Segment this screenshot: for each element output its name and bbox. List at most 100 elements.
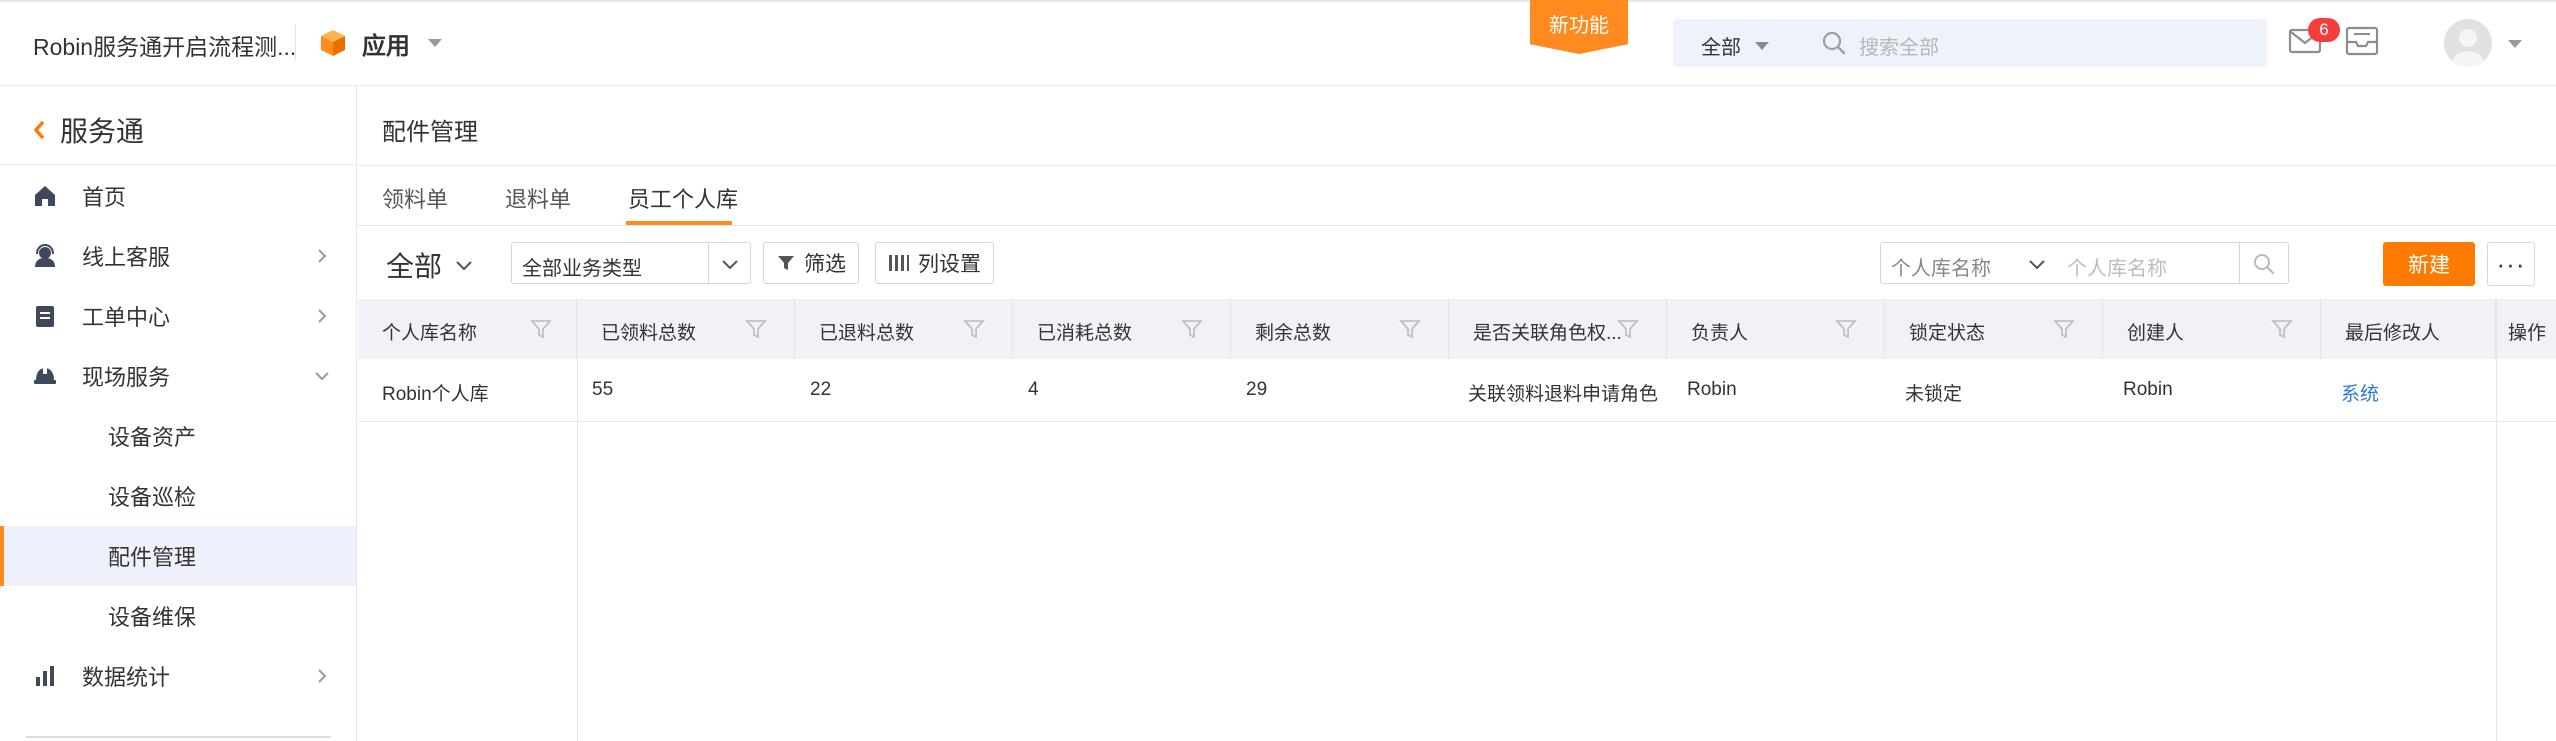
page-title: 配件管理 — [382, 119, 478, 146]
caret-down-icon[interactable] — [2508, 40, 2522, 48]
sidebar-item-device-assets[interactable]: 设备资产 — [0, 406, 356, 466]
filter-button-label: 筛选 — [804, 253, 846, 276]
sidebar-item-ticket-center[interactable]: 工单中心 — [0, 286, 356, 346]
sidebar-item-label: 设备巡检 — [108, 485, 197, 510]
funnel-icon[interactable] — [1399, 318, 1421, 340]
app-switcher[interactable]: 应用 — [318, 24, 442, 62]
select-divider — [708, 243, 709, 283]
column-header-label: 已领料总数 — [601, 323, 697, 344]
search-scope-select[interactable]: 全部 — [1701, 31, 1769, 60]
funnel-icon[interactable] — [745, 318, 767, 340]
sidebar-item-online-service[interactable]: 线上客服 — [0, 226, 356, 286]
chevron-down-icon — [315, 372, 329, 381]
sidebar-item-field-service[interactable]: 现场服务 — [0, 346, 356, 406]
sidebar-item-device-maintenance[interactable]: 设备维保 — [0, 586, 356, 646]
funnel-icon[interactable] — [1181, 318, 1203, 340]
cell-lock-status: 未锁定 — [1905, 384, 1963, 405]
header-divider — [295, 24, 296, 60]
column-header-label: 锁定状态 — [1909, 323, 1986, 344]
column-settings-button[interactable]: 列设置 — [875, 242, 994, 284]
sidebar-item-device-inspection[interactable]: 设备巡检 — [0, 466, 356, 526]
column-header: 创建人 — [2103, 299, 2321, 359]
sidebar-item-home[interactable]: 首页 — [0, 166, 356, 226]
global-search[interactable]: 全部 搜索全部 — [1673, 19, 2267, 67]
sidebar-header[interactable]: 服务通 — [32, 110, 144, 150]
scope-dropdown[interactable]: 全部 — [386, 245, 474, 285]
cell-stock-name[interactable]: Robin个人库 — [382, 379, 489, 406]
column-header: 已消耗总数 — [1013, 299, 1231, 359]
funnel-icon[interactable] — [2271, 318, 2293, 340]
search-scope-label: 全部 — [1701, 37, 1741, 59]
active-tab-indicator — [626, 221, 732, 225]
search-divider — [2239, 243, 2240, 283]
helmet-icon — [34, 366, 56, 384]
chevron-down-icon[interactable] — [2027, 254, 2047, 274]
funnel-icon[interactable] — [1617, 318, 1639, 340]
tab-personal-stock[interactable]: 员工个人库 — [628, 182, 738, 214]
funnel-icon[interactable] — [963, 318, 985, 340]
home-icon — [35, 186, 55, 206]
sidebar-item-label: 现场服务 — [82, 365, 171, 390]
chevron-left-icon[interactable] — [32, 119, 46, 141]
sidebar-item-label: 数据统计 — [82, 665, 171, 690]
user-icon — [2452, 29, 2484, 67]
sidebar-footer-divider — [26, 736, 331, 738]
column-header-label: 创建人 — [2127, 323, 2185, 344]
tenant-name[interactable]: Robin服务通开启流程测... — [33, 28, 296, 62]
cell-remaining: 29 — [1246, 379, 1268, 400]
top-bar: Robin服务通开启流程测... 应用 新功能 全部 搜索全部 6 — [0, 0, 2556, 86]
search-field-select[interactable]: 个人库名称 — [1891, 252, 1991, 281]
frozen-column-border — [577, 359, 578, 741]
column-header: 是否关联角色权... — [1449, 299, 1667, 359]
tab-requisition[interactable]: 领料单 — [382, 182, 448, 214]
funnel-icon[interactable] — [2053, 318, 2075, 340]
top-border — [0, 0, 2556, 2]
cell-creator: Robin — [2123, 379, 2173, 400]
inbox-icon[interactable] — [2345, 25, 2379, 57]
cell-consumed: 4 — [1028, 379, 1039, 400]
cell-received: 55 — [592, 379, 614, 400]
bar-chart-icon — [36, 666, 54, 686]
sidebar-item-statistics[interactable]: 数据统计 — [0, 646, 356, 706]
caret-down-icon — [1755, 41, 1769, 50]
search-input[interactable]: 搜索全部 — [1859, 31, 1939, 60]
search-icon[interactable] — [2252, 252, 2276, 276]
sidebar-item-label: 设备维保 — [108, 605, 197, 630]
column-header: 最后修改人 — [2321, 299, 2496, 359]
more-button[interactable]: ··· — [2487, 242, 2535, 286]
new-button[interactable]: 新建 — [2383, 242, 2475, 286]
tab-return[interactable]: 退料单 — [505, 182, 571, 214]
column-header: 锁定状态 — [1885, 299, 2103, 359]
new-feature-ribbon[interactable]: 新功能 — [1530, 0, 1628, 54]
app-root: Robin服务通开启流程测... 应用 新功能 全部 搜索全部 6 服务通 首页… — [0, 0, 2556, 741]
cell-returned: 22 — [810, 379, 832, 400]
column-header: 负责人 — [1667, 299, 1885, 359]
column-header-label: 个人库名称 — [382, 323, 478, 344]
column-header-label: 是否关联角色权... — [1473, 323, 1622, 344]
search-icon — [1822, 31, 1846, 55]
biz-type-select[interactable]: 全部业务类型 — [511, 242, 751, 284]
funnel-icon[interactable] — [530, 318, 552, 340]
action-column-border — [2496, 299, 2497, 741]
data-table: 个人库名称 已领料总数 已退料总数 已消耗总数 剩余总数 是否关联角色权... … — [358, 299, 2556, 741]
notification-badge: 6 — [2308, 18, 2340, 42]
column-header: 操作 — [2496, 299, 2556, 359]
avatar[interactable] — [2444, 19, 2492, 67]
table-row[interactable]: Robin个人库 55 22 4 29 关联领料退料申请角色 Robin 未锁定… — [358, 359, 2556, 422]
filter-button[interactable]: 筛选 — [763, 242, 859, 284]
sidebar: 服务通 首页 线上客服 工单中心 现场服务 设备资产 设备巡检 配件管理 设备维… — [0, 86, 357, 741]
chevron-right-icon — [318, 249, 327, 263]
caret-down-icon — [428, 39, 442, 47]
column-header-label: 最后修改人 — [2345, 323, 2441, 344]
clipboard-icon — [36, 306, 54, 327]
toolbar: 全部 全部业务类型 筛选 列设置 个人库名称 个人库名称 新建 ··· — [358, 227, 2556, 299]
quick-search-input[interactable]: 个人库名称 — [2067, 252, 2167, 281]
scope-label: 全部 — [386, 251, 443, 282]
columns-icon — [889, 255, 909, 271]
column-header-label: 剩余总数 — [1255, 323, 1332, 344]
funnel-icon[interactable] — [1835, 318, 1857, 340]
sidebar-item-parts-management[interactable]: 配件管理 — [0, 526, 356, 586]
column-header: 已退料总数 — [795, 299, 1013, 359]
sidebar-title: 服务通 — [60, 116, 145, 147]
cell-last-modifier-link[interactable]: 系统 — [2341, 379, 2379, 406]
